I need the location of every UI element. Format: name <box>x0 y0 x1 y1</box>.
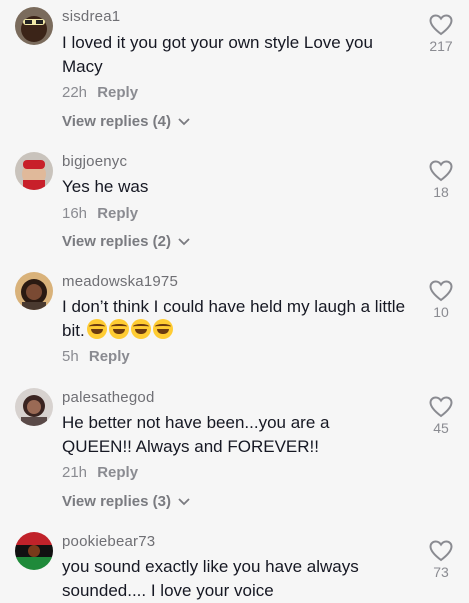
chevron-down-icon <box>178 238 190 246</box>
comment-text: Yes he was <box>62 177 149 196</box>
comment-meta: 16h Reply <box>62 205 138 222</box>
heart-outline-icon <box>429 540 453 562</box>
comment-meta: 5h Reply <box>62 348 130 365</box>
tears-of-joy-emoji-icon <box>108 319 129 339</box>
comment-time: 21h <box>62 464 88 481</box>
avatar[interactable] <box>15 272 53 310</box>
comment-text: you sound exactly like you have always s… <box>62 557 359 600</box>
like-button[interactable]: 10 <box>427 280 455 320</box>
comment-item: meadowska1975 I don’t think I could have… <box>0 260 469 380</box>
chevron-down-icon <box>178 498 190 506</box>
like-count: 73 <box>433 564 449 580</box>
comment-text: I loved it you got your own style Love y… <box>62 33 373 76</box>
comment-item: sisdrea1 I loved it you got your own sty… <box>0 0 469 140</box>
like-count: 18 <box>433 184 449 200</box>
comment-username[interactable]: sisdrea1 <box>62 8 120 25</box>
like-button[interactable]: 73 <box>427 540 455 580</box>
like-count: 45 <box>433 420 449 436</box>
comment-username[interactable]: meadowska1975 <box>62 273 178 290</box>
comment-item: pookiebear73 you sound exactly like you … <box>0 520 469 600</box>
reply-button[interactable]: Reply <box>97 84 138 101</box>
avatar[interactable] <box>15 388 53 426</box>
view-replies-label: View replies (2) <box>62 233 171 250</box>
comment-username[interactable]: pookiebear73 <box>62 533 155 550</box>
view-replies-button[interactable]: View replies (3) <box>62 493 191 510</box>
like-button[interactable]: 217 <box>427 14 455 54</box>
heart-outline-icon <box>429 396 453 418</box>
view-replies-button[interactable]: View replies (4) <box>62 113 191 130</box>
heart-outline-icon <box>429 280 453 302</box>
avatar[interactable] <box>15 532 53 570</box>
heart-outline-icon <box>429 160 453 182</box>
like-button[interactable]: 45 <box>427 396 455 436</box>
avatar[interactable] <box>15 7 53 45</box>
comment-meta: 21h Reply <box>62 464 138 481</box>
reply-button[interactable]: Reply <box>97 464 138 481</box>
like-count: 10 <box>433 304 449 320</box>
chevron-down-icon <box>178 118 190 126</box>
comment-time: 5h <box>62 348 79 365</box>
view-replies-label: View replies (4) <box>62 113 171 130</box>
tears-of-joy-emoji-icon <box>130 319 151 339</box>
heart-outline-icon <box>429 14 453 36</box>
comment-text: He better not have been...you are a QUEE… <box>62 413 330 456</box>
view-replies-label: View replies (3) <box>62 493 171 510</box>
reply-button[interactable]: Reply <box>89 348 130 365</box>
tears-of-joy-emoji-icon <box>152 319 173 339</box>
comment-item: palesathegod He better not have been...y… <box>0 376 469 520</box>
view-replies-button[interactable]: View replies (2) <box>62 233 191 250</box>
comment-meta: 22h Reply <box>62 84 138 101</box>
comment-username[interactable]: palesathegod <box>62 389 154 406</box>
comment-time: 16h <box>62 205 88 222</box>
comment-item: bigjoenyc Yes he was 16h Reply View repl… <box>0 140 469 260</box>
like-count: 217 <box>429 38 453 54</box>
comment-text: I don’t think I could have held my laugh… <box>62 295 407 343</box>
like-button[interactable]: 18 <box>427 160 455 200</box>
comment-username[interactable]: bigjoenyc <box>62 153 127 170</box>
reply-button[interactable]: Reply <box>97 205 138 222</box>
comment-time: 22h <box>62 84 88 101</box>
tears-of-joy-emoji-icon <box>86 319 107 339</box>
avatar[interactable] <box>15 152 53 190</box>
